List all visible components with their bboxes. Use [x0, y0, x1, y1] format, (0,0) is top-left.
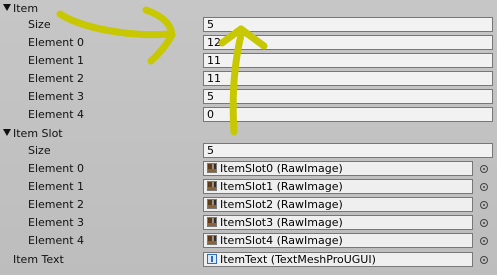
item-element-3-field[interactable]: 5	[203, 89, 493, 104]
item-size-field[interactable]: 5	[203, 17, 493, 32]
item-slot-header-label: Item Slot	[13, 127, 63, 140]
raw-image-icon	[207, 199, 217, 209]
object-picker-icon[interactable]	[480, 256, 488, 264]
item-slot-element-4-label: Element 4	[28, 234, 85, 247]
item-slot-element-3-field[interactable]: ItemSlot3 (RawImage)	[203, 215, 473, 230]
item-element-3-row: Element 3 5	[0, 88, 497, 106]
triangle-down-icon[interactable]	[3, 129, 11, 136]
raw-image-icon	[207, 217, 217, 227]
item-element-4-field[interactable]: 0	[203, 107, 493, 122]
item-slot-element-0-value: ItemSlot0 (RawImage)	[220, 162, 343, 175]
item-slot-element-2-label: Element 2	[28, 198, 85, 211]
item-element-1-field[interactable]: 11	[203, 53, 493, 68]
item-slot-element-3-label: Element 3	[28, 216, 85, 229]
item-slot-element-1-row: Element 1 ItemSlot1 (RawImage)	[0, 178, 497, 196]
item-text-field[interactable]: ItemText (TextMeshProUGUI)	[203, 252, 473, 267]
item-element-2-label: Element 2	[28, 72, 85, 85]
item-size-row: Size 5	[0, 16, 497, 34]
item-element-2-field[interactable]: 11	[203, 71, 493, 86]
item-slot-size-label: Size	[28, 144, 51, 157]
item-element-2-row: Element 2 11	[0, 70, 497, 88]
item-element-0-row: Element 0 12	[0, 34, 497, 52]
item-slot-size-row: Size 5	[0, 142, 497, 160]
item-slot-element-3-row: Element 3 ItemSlot3 (RawImage)	[0, 214, 497, 232]
item-slot-element-0-row: Element 0 ItemSlot0 (RawImage)	[0, 160, 497, 178]
item-element-3-label: Element 3	[28, 90, 85, 103]
item-element-4-row: Element 4 0	[0, 106, 497, 124]
text-mesh-pro-icon	[207, 254, 217, 264]
object-picker-icon[interactable]	[480, 183, 488, 191]
item-slot-header-row[interactable]: Item Slot	[0, 125, 497, 143]
item-element-0-field[interactable]: 12	[203, 35, 493, 50]
item-size-label: Size	[28, 18, 51, 31]
raw-image-icon	[207, 181, 217, 191]
item-element-4-label: Element 4	[28, 108, 85, 121]
item-slot-element-4-value: ItemSlot4 (RawImage)	[220, 234, 343, 247]
item-slot-element-2-row: Element 2 ItemSlot2 (RawImage)	[0, 196, 497, 214]
triangle-down-icon[interactable]	[3, 4, 11, 11]
item-text-label: Item Text	[13, 253, 64, 266]
item-slot-element-4-field[interactable]: ItemSlot4 (RawImage)	[203, 233, 473, 248]
item-element-1-label: Element 1	[28, 54, 85, 67]
item-text-row: Item Text ItemText (TextMeshProUGUI)	[0, 251, 497, 269]
inspector-panel: Item Size 5 Element 0 12 Element 1 11 El…	[0, 0, 497, 275]
item-slot-element-1-field[interactable]: ItemSlot1 (RawImage)	[203, 179, 473, 194]
item-header-label: Item	[13, 2, 39, 15]
raw-image-icon	[207, 163, 217, 173]
object-picker-icon[interactable]	[480, 237, 488, 245]
item-element-1-row: Element 1 11	[0, 52, 497, 70]
item-text-value: ItemText (TextMeshProUGUI)	[220, 253, 376, 266]
item-slot-element-2-field[interactable]: ItemSlot2 (RawImage)	[203, 197, 473, 212]
item-slot-element-3-value: ItemSlot3 (RawImage)	[220, 216, 343, 229]
object-picker-icon[interactable]	[480, 201, 488, 209]
raw-image-icon	[207, 235, 217, 245]
item-element-0-label: Element 0	[28, 36, 85, 49]
item-slot-element-0-field[interactable]: ItemSlot0 (RawImage)	[203, 161, 473, 176]
object-picker-icon[interactable]	[480, 219, 488, 227]
object-picker-icon[interactable]	[480, 165, 488, 173]
item-slot-element-0-label: Element 0	[28, 162, 85, 175]
item-slot-size-field[interactable]: 5	[203, 143, 493, 158]
item-slot-element-4-row: Element 4 ItemSlot4 (RawImage)	[0, 232, 497, 250]
item-slot-element-1-value: ItemSlot1 (RawImage)	[220, 180, 343, 193]
item-slot-element-2-value: ItemSlot2 (RawImage)	[220, 198, 343, 211]
item-slot-element-1-label: Element 1	[28, 180, 85, 193]
